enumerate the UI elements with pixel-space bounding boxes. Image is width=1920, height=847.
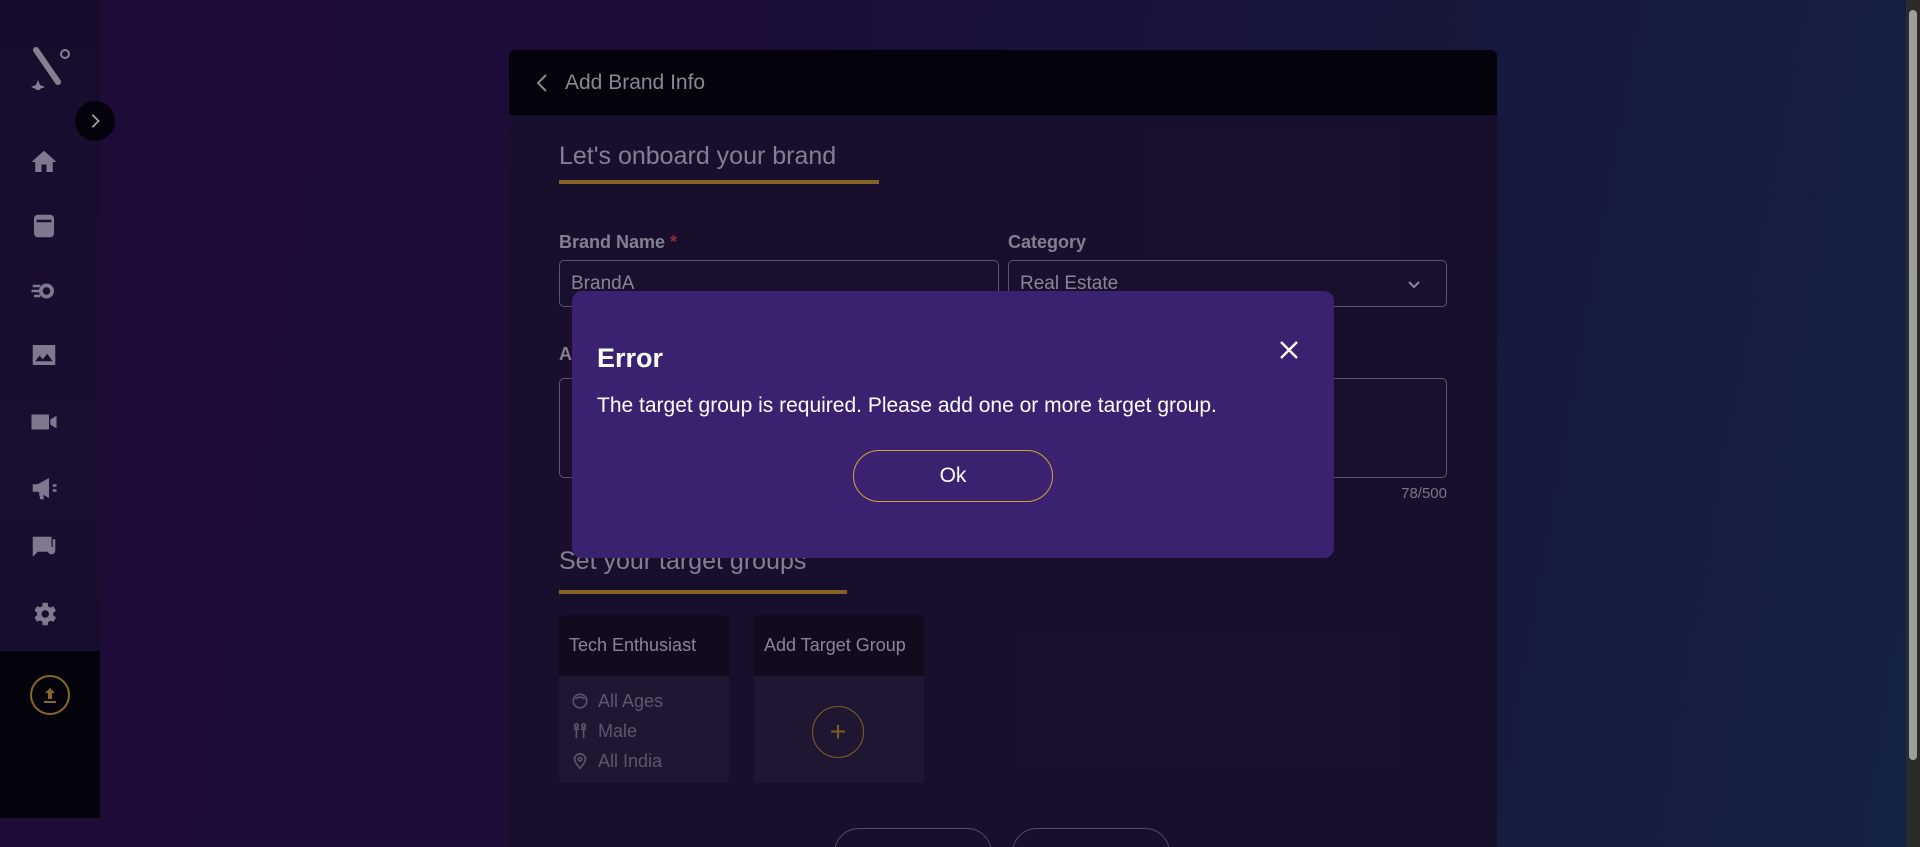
dialog-title: Error [597, 343, 664, 373]
page-scrollbar[interactable] [1906, 0, 1920, 847]
close-icon[interactable] [1278, 339, 1300, 361]
dialog-message: The target group is required. Please add… [597, 394, 1217, 417]
scrollbar-thumb[interactable] [1909, 10, 1917, 760]
error-dialog: Error The target group is required. Plea… [572, 291, 1334, 558]
ok-button[interactable]: Ok [853, 450, 1053, 502]
